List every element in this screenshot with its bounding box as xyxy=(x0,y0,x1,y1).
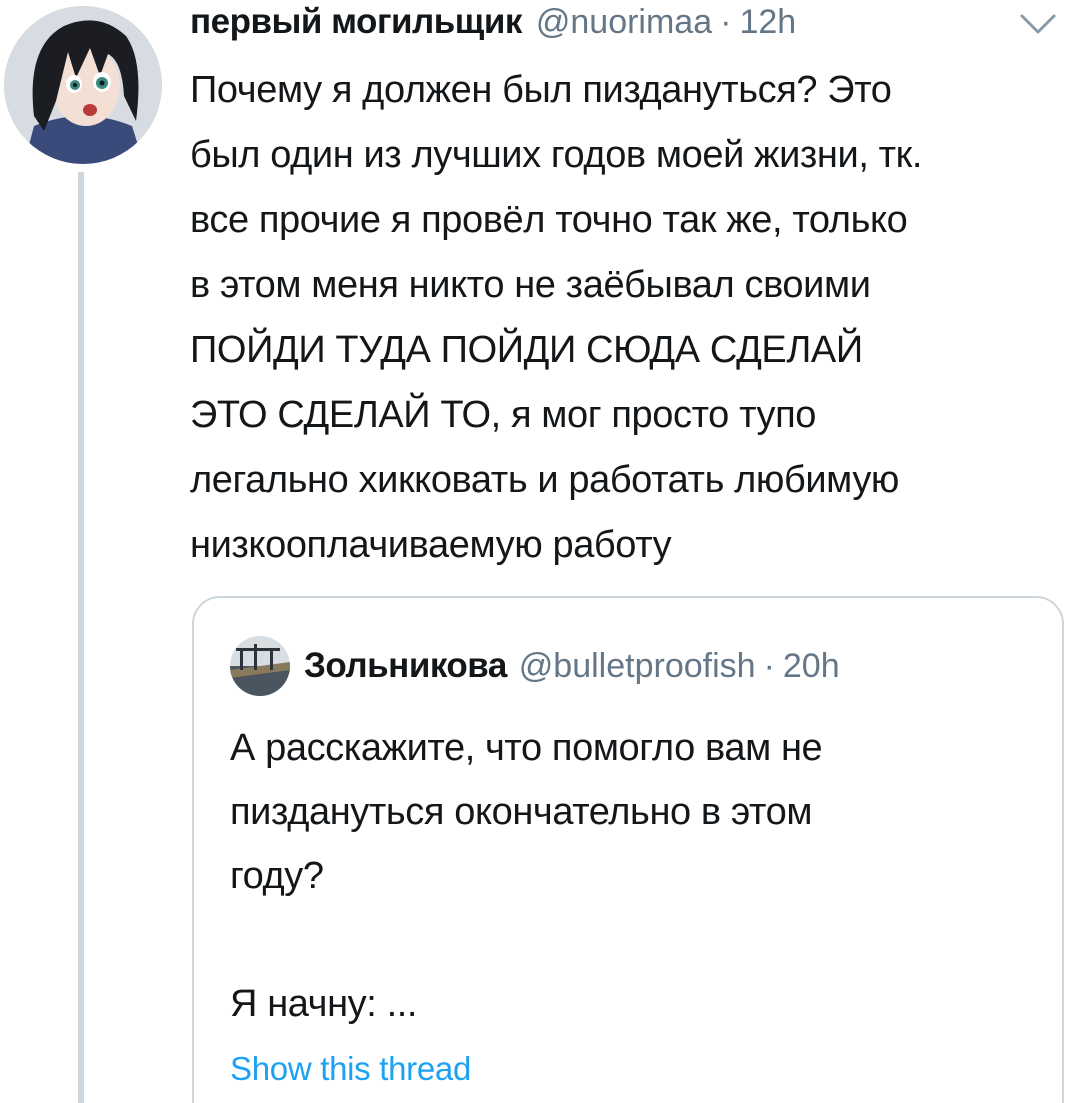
quoted-tweet-timestamp: 20h xyxy=(782,646,840,685)
quoted-author-name: Зольникова xyxy=(304,646,507,685)
author-handle[interactable]: @nuorimaa xyxy=(536,3,712,42)
tweet-timestamp[interactable]: 12h xyxy=(739,3,796,42)
tweet[interactable]: первый могильщик @nuorimaa · 12h Почему … xyxy=(0,0,1080,1103)
tweet-header: первый могильщик @nuorimaa · 12h xyxy=(190,0,796,44)
thread-line xyxy=(78,172,84,1103)
separator-dot: · xyxy=(720,2,732,41)
author-name[interactable]: первый могильщик xyxy=(190,2,522,42)
quoted-tweet[interactable]: Зольникова @bulletproofish · 20h А расск… xyxy=(192,596,1064,1103)
quoted-author-avatar xyxy=(230,636,290,696)
chevron-down-icon[interactable] xyxy=(1018,12,1058,36)
show-thread-link[interactable]: Show this thread xyxy=(230,1050,471,1088)
avatar-image xyxy=(4,6,162,164)
quoted-separator-dot: · xyxy=(763,646,775,685)
author-avatar[interactable] xyxy=(4,6,162,164)
quoted-author-handle: @bulletproofish xyxy=(518,646,756,685)
tweet-text: Почему я должен был пиздануться? Это был… xyxy=(190,69,923,566)
quoted-tweet-text: А расскажите, что помогло вам не пиздану… xyxy=(230,727,823,1025)
quoted-tweet-header: Зольникова @bulletproofish · 20h xyxy=(230,636,840,696)
quoted-avatar-image xyxy=(230,636,290,696)
